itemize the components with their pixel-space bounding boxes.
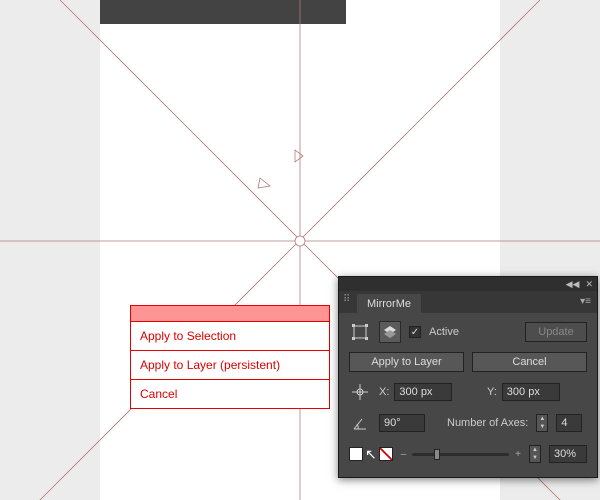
angle-icon[interactable] [349, 412, 371, 434]
stroke-swatch [379, 447, 393, 461]
angle-field[interactable]: 90° [379, 414, 425, 432]
opacity-field[interactable]: 30% [549, 445, 587, 463]
x-field[interactable]: 300 px [394, 383, 452, 401]
context-menu-header[interactable] [131, 306, 329, 322]
panel-chrome: ◀◀ ✕ [339, 277, 597, 291]
opacity-slider[interactable] [412, 453, 509, 456]
opacity-slider-thumb[interactable] [434, 449, 440, 460]
axes-label: Number of Axes: [447, 417, 528, 429]
active-checkbox[interactable]: ✓ [409, 326, 421, 338]
origin-icon[interactable] [349, 381, 371, 403]
menu-item-apply-selection[interactable]: Apply to Selection [131, 322, 329, 351]
opacity-stepper[interactable]: ▲▼ [529, 445, 541, 463]
preview-toggle-icon[interactable]: ↖ [349, 443, 393, 465]
apply-to-layer-button[interactable]: Apply to Layer [349, 352, 464, 372]
collapse-icon[interactable]: ◀◀ [566, 279, 580, 290]
mirrorme-panel: ◀◀ ✕ ⠿ MirrorMe ▾≡ ✓ Active Update Apply… [338, 276, 598, 478]
window-dark-bar [100, 0, 346, 24]
bounds-icon[interactable] [349, 321, 371, 343]
menu-item-apply-layer[interactable]: Apply to Layer (persistent) [131, 351, 329, 380]
panel-body: ✓ Active Update Apply to Layer Cancel X:… [339, 313, 597, 477]
x-label: X: [379, 386, 389, 398]
axes-stepper[interactable]: ▲▼ [536, 414, 548, 432]
y-label: Y: [487, 386, 497, 398]
cursor-icon: ↖ [365, 446, 377, 463]
update-button[interactable]: Update [525, 322, 587, 342]
context-menu: Apply to Selection Apply to Layer (persi… [130, 305, 330, 409]
panel-tab-bar: ⠿ MirrorMe ▾≡ [339, 291, 597, 313]
layers-icon[interactable] [379, 321, 401, 343]
axes-field[interactable]: 4 [556, 414, 582, 432]
cancel-button[interactable]: Cancel [472, 352, 587, 372]
slider-minus-label: – [401, 449, 407, 460]
fill-swatch [349, 447, 363, 461]
close-icon[interactable]: ✕ [585, 279, 593, 290]
slider-plus-label: + [515, 449, 521, 460]
menu-item-cancel[interactable]: Cancel [131, 380, 329, 408]
y-field[interactable]: 300 px [502, 383, 560, 401]
active-label: Active [429, 326, 459, 338]
tab-mirrorme[interactable]: MirrorMe [357, 294, 421, 313]
panel-menu-icon[interactable]: ▾≡ [580, 296, 591, 307]
panel-grip-icon: ⠿ [343, 297, 351, 302]
